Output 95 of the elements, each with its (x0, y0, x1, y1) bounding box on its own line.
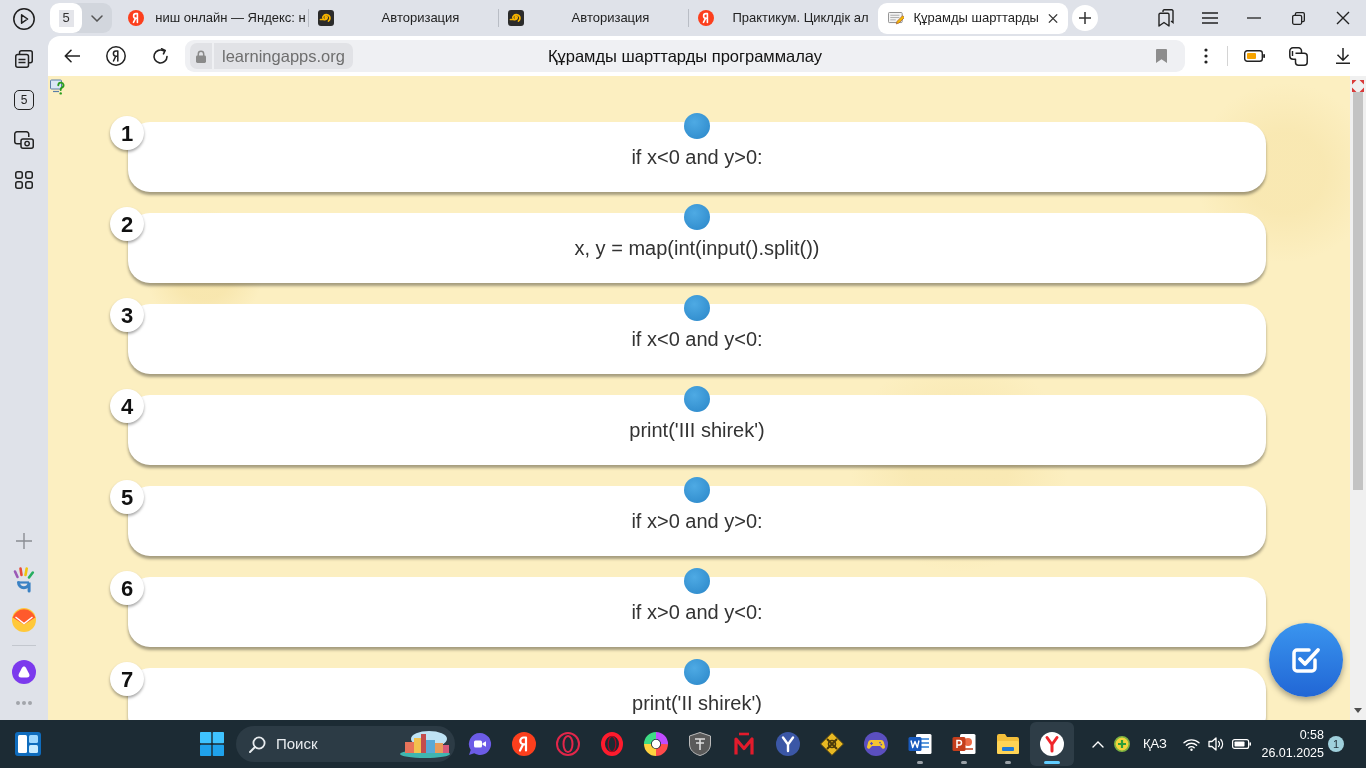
active-app-tile[interactable] (1030, 722, 1074, 766)
spiral-logo-icon (318, 10, 334, 26)
site-info-button[interactable] (190, 43, 212, 69)
letter-logo-icon (128, 10, 144, 26)
handle-dot-icon[interactable] (684, 568, 710, 594)
battery-icon[interactable] (1243, 50, 1265, 62)
scrollbar-thumb[interactable] (1353, 92, 1363, 490)
browser-tab[interactable]: Авторизация (308, 2, 498, 34)
handle-dot-icon[interactable] (684, 477, 710, 503)
number-badge: 3 (110, 298, 144, 332)
scroll-down-icon[interactable] (1354, 708, 1362, 713)
search-button[interactable]: Поиск (236, 726, 455, 762)
document-icon[interactable] (908, 732, 932, 756)
gamepad-icon[interactable] (864, 732, 888, 756)
address-field[interactable]: learningapps.org Құрамды шарттарды программалау (185, 40, 1185, 72)
browser-tab[interactable]: Практикум. Циклдік ал (688, 2, 878, 34)
restore-icon[interactable] (1291, 11, 1305, 25)
town-illustration-icon (399, 730, 451, 758)
letter-logo-icon[interactable] (1040, 732, 1064, 756)
chevron-down-icon[interactable] (91, 14, 103, 22)
number-badge: 4 (110, 389, 144, 423)
kebab-menu-icon[interactable] (1204, 48, 1208, 64)
collections-icon[interactable] (1158, 9, 1174, 27)
help-icon[interactable] (50, 79, 66, 95)
clock-time[interactable]: 0:58 (1299, 726, 1324, 744)
folder-icon[interactable] (996, 733, 1020, 755)
card-text: x, y = map(int(input().split()) (574, 236, 820, 261)
widgets-icon[interactable] (15, 732, 41, 756)
menu-icon[interactable] (1202, 12, 1218, 24)
language-indicator[interactable]: ҚАЗ (1134, 734, 1176, 754)
handle-dot-icon[interactable] (684, 204, 710, 230)
tabs-icon[interactable] (15, 50, 33, 68)
apps-grid-icon[interactable] (15, 171, 33, 189)
handle-dot-icon[interactable] (684, 113, 710, 139)
diamond-icon[interactable] (820, 732, 844, 756)
plus-circle-icon[interactable] (1114, 736, 1130, 752)
number-badge: 1 (110, 116, 144, 150)
card-text: if x>0 and y>0: (631, 509, 763, 534)
letter-logo-icon (698, 10, 714, 26)
browser-tab[interactable]: Құрамды шарттарды (878, 2, 1068, 34)
wifi-icon[interactable] (1183, 737, 1200, 751)
browser-tab[interactable]: ниш онлайн — Яндекс: н (118, 2, 308, 34)
card-text: if x<0 and y<0: (631, 327, 763, 352)
page-title: Құрамды шарттарды программалау (547, 45, 823, 67)
card-text: print('III shirek') (629, 418, 765, 443)
mail-icon[interactable] (12, 607, 36, 632)
close-icon[interactable] (1047, 12, 1058, 24)
color-wheel-icon[interactable] (644, 732, 668, 756)
battery-icon[interactable] (1232, 739, 1251, 749)
number-badge: 5 (110, 480, 144, 514)
card-text: if x>0 and y<0: (631, 600, 763, 625)
card-text: print('II shirek') (632, 691, 762, 716)
number-badge: 2 (110, 207, 144, 241)
plus-icon (1079, 12, 1091, 24)
new-tab-button[interactable] (1072, 5, 1098, 31)
notification-badge[interactable]: 1 (1328, 736, 1344, 752)
screenshot-icon[interactable] (14, 131, 34, 149)
presentation-icon[interactable] (952, 732, 976, 756)
video-bubble-icon[interactable] (468, 732, 492, 756)
spiral-logo-icon (508, 10, 524, 26)
close-icon[interactable] (1336, 11, 1350, 25)
assistant-icon[interactable] (12, 660, 36, 684)
browser-tab[interactable]: Авторизация (498, 2, 688, 34)
download-icon[interactable] (1335, 48, 1350, 64)
clock-date[interactable]: 26.01.2025 (1261, 744, 1324, 762)
tab-count-badge[interactable]: 5 (14, 90, 34, 110)
bookmark-icon[interactable] (1156, 49, 1167, 63)
lock-icon (196, 49, 206, 63)
back-arrow-icon[interactable] (64, 49, 80, 63)
volume-icon[interactable] (1208, 737, 1224, 751)
chevron-up-icon[interactable] (1092, 740, 1104, 748)
number-badge: 6 (110, 571, 144, 605)
shield-icon[interactable] (689, 732, 711, 756)
check-button[interactable] (1269, 623, 1343, 697)
handle-dot-icon[interactable] (684, 386, 710, 412)
hand-logo-icon[interactable] (13, 567, 35, 593)
tag-icon[interactable] (1288, 46, 1308, 66)
reload-icon[interactable] (151, 47, 169, 65)
number-badge: 7 (110, 662, 144, 696)
ring-logo-icon[interactable] (601, 732, 623, 756)
fullscreen-icon[interactable] (1352, 80, 1364, 92)
letter-logo-icon[interactable] (776, 732, 800, 756)
ring-logo-icon[interactable] (556, 732, 580, 756)
handle-dot-icon[interactable] (684, 295, 710, 321)
tab-count-button[interactable]: 5 (50, 3, 82, 33)
domain-button[interactable]: learningapps.org (214, 43, 353, 69)
letter-logo-icon[interactable] (106, 46, 126, 66)
search-icon (249, 735, 266, 753)
letter-logo-icon[interactable] (512, 732, 536, 756)
windows-logo-icon[interactable] (200, 732, 224, 756)
handle-dot-icon[interactable] (684, 659, 710, 685)
card-text: if x<0 and y>0: (631, 145, 763, 170)
notepad-icon (888, 10, 905, 26)
check-square-icon (1291, 646, 1321, 674)
play-icon[interactable] (13, 8, 35, 30)
